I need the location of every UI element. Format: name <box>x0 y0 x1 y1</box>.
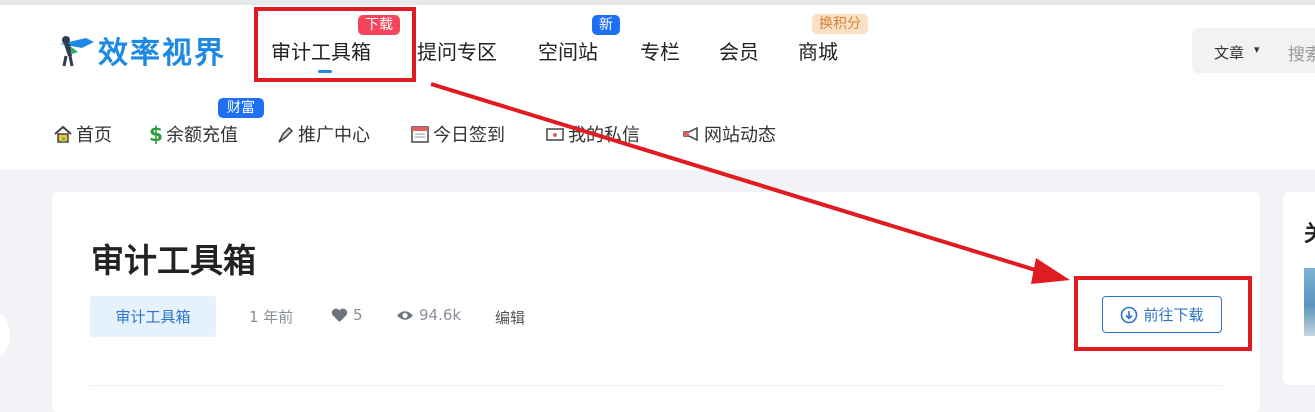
sidebar-title: 关 <box>1304 216 1315 248</box>
logo-text: 效率视界 <box>98 36 226 71</box>
subnav-item-home[interactable]: 首页 <box>52 121 112 147</box>
subnav-item-checkin[interactable]: 今日签到 <box>409 121 505 147</box>
view-count: 94.6k <box>396 306 461 324</box>
post-time: 1 年前 <box>249 306 293 327</box>
site-logo[interactable]: 效率视界 <box>56 28 226 72</box>
view-count-text: 94.6k <box>419 306 462 324</box>
subnav-label: 推广中心 <box>298 125 370 146</box>
subnav-label: 首页 <box>76 125 112 146</box>
nav-item-shop[interactable]: 商城 <box>798 36 838 65</box>
like-count-text: 5 <box>353 306 363 324</box>
like-count[interactable]: 5 <box>331 306 363 324</box>
sidebar-thumbnail[interactable] <box>1304 268 1315 336</box>
mail-icon <box>544 123 566 145</box>
eye-icon <box>397 310 413 320</box>
nav-item-membership[interactable]: 会员 <box>719 36 759 65</box>
brush-icon <box>274 123 296 145</box>
nav-item-space-station[interactable]: 空间站 <box>538 36 598 65</box>
subnav-item-recharge[interactable]: $ 余额充值 <box>148 121 238 147</box>
badge-new: 新 <box>592 15 620 35</box>
article-title: 审计工具箱 <box>91 241 256 280</box>
subnav-item-messages[interactable]: 我的私信 <box>544 121 640 147</box>
badge-points: 换积分 <box>812 14 868 34</box>
edit-link[interactable]: 编辑 <box>495 307 525 328</box>
annotation-box-nav <box>254 7 416 82</box>
subnav-label: 余额充值 <box>166 125 238 146</box>
floating-side-button[interactable] <box>0 310 10 360</box>
search-input[interactable]: 搜索 <box>1288 40 1315 65</box>
chevron-down-icon[interactable]: ▾ <box>1254 43 1260 56</box>
post-time-text: 1 年前 <box>249 308 294 326</box>
search-category-select[interactable]: 文章 <box>1214 42 1244 63</box>
content-divider <box>90 385 1223 386</box>
article-category-tag[interactable]: 审计工具箱 <box>90 296 216 337</box>
badge-wealth: 财富 <box>218 98 264 118</box>
flying-person-logo-icon <box>60 36 94 67</box>
home-icon <box>52 123 74 145</box>
subnav-item-promotion[interactable]: 推广中心 <box>274 121 370 147</box>
annotation-box-download <box>1074 276 1252 351</box>
calendar-icon <box>409 123 431 145</box>
heart-icon <box>331 308 348 322</box>
subnav-label: 网站动态 <box>704 125 776 146</box>
subnav-label: 今日签到 <box>433 125 505 146</box>
nav-item-columns[interactable]: 专栏 <box>640 36 680 65</box>
nav-item-qa[interactable]: 提问专区 <box>417 36 497 65</box>
megaphone-icon <box>680 123 702 145</box>
dollar-icon: $ <box>149 122 163 146</box>
subnav-item-news[interactable]: 网站动态 <box>680 121 776 147</box>
subnav-label: 我的私信 <box>568 125 640 146</box>
